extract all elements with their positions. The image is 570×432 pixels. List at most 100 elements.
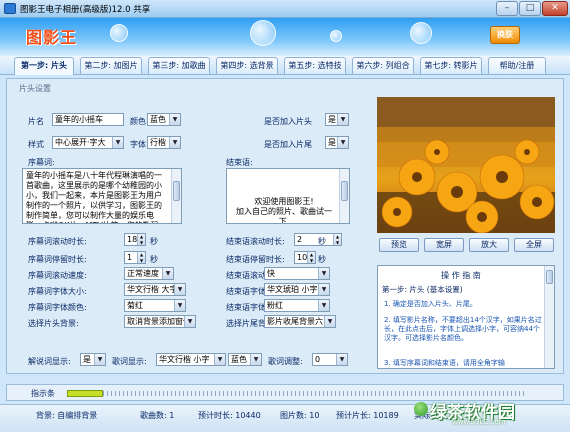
tab-step3[interactable]: 第三步: 加歌曲 [148, 57, 210, 74]
chevron-down-icon: ▼ [112, 137, 123, 148]
status-est-size: 预计片长: 10189 [336, 411, 399, 420]
guide-item: 3. 填写序幕词和结束语，请用全角字输 [384, 359, 505, 367]
status-song-count: 歌曲数: 1 [140, 411, 175, 420]
select-value: 快 [267, 269, 275, 278]
bubble-decoration [330, 30, 342, 42]
tab-step2[interactable]: 第二步: 加图片 [80, 57, 142, 74]
closing-speed-select[interactable]: 快 ▼ [264, 267, 330, 280]
scrollbar[interactable] [171, 169, 181, 223]
indicator-label: 指示条 [31, 389, 55, 398]
step-tabs: 第一步: 片头 第二步: 加图片 第三步: 加歌曲 第四步: 选背景 第五步: … [0, 56, 570, 75]
window-title: 图影王电子相册(高级版)12.0 共享 [20, 5, 151, 15]
head-background-select[interactable]: 取消背景添加窗体 ▼ [124, 315, 196, 328]
chevron-down-icon: ▼ [169, 137, 180, 148]
guide-item: 2. 填写影片名称，不要超出14个汉字，如果片名过长，在此点击后，字体上调选择小… [384, 316, 542, 342]
chevron-down-icon: ▼ [336, 354, 347, 365]
minimize-button[interactable]: – [496, 1, 518, 16]
preface-stay-label: 序幕词停留时长: [28, 255, 87, 264]
preview-button[interactable]: 预览 [379, 238, 419, 252]
song-color-select[interactable]: 蓝色 ▼ [228, 353, 262, 366]
maximize-button[interactable]: □ [519, 1, 541, 16]
closing-color-select[interactable]: 粉红 ▼ [264, 299, 330, 312]
chevron-down-icon: ▼ [318, 268, 329, 279]
spinner-arrows-icon: ▲ ▼ [333, 234, 341, 245]
guide-title: 操 作 指 南 [441, 271, 481, 280]
watermark-url: www.33LC.com [452, 418, 506, 426]
scrollbar[interactable] [339, 169, 349, 223]
song-adjust-label: 歌词调整: [268, 357, 303, 366]
chevron-down-icon: ▼ [162, 268, 173, 279]
color-select[interactable]: 蓝色 ▼ [147, 113, 181, 126]
closing-textarea[interactable]: 欢迎使用图影王! 加入自己的照片、歌曲试一下, 会有更好的表现! [226, 168, 350, 224]
tab-step1[interactable]: 第一步: 片头 [14, 57, 74, 75]
tab-step6[interactable]: 第六步: 列组合 [352, 57, 414, 74]
closing-label: 结束语: [226, 158, 253, 167]
closing-stay-label: 结束语停留时长: [226, 255, 285, 264]
close-button[interactable]: ✕ [542, 1, 568, 16]
tab-step4[interactable]: 第四步: 选背景 [216, 57, 278, 74]
widescreen-button[interactable]: 宽屏 [424, 238, 464, 252]
preface-color-label: 序幕词字体颜色: [28, 303, 87, 312]
font-select-value: 行楷 [150, 138, 166, 147]
scrollbar[interactable] [544, 266, 554, 368]
narration-show-label: 解说词显示: [28, 357, 71, 366]
chevron-down-icon: ▼ [174, 284, 185, 295]
title-bar: 图影王电子相册(高级版)12.0 共享 – □ ✕ [0, 0, 570, 18]
tab-step5[interactable]: 第五步: 选特技 [284, 57, 346, 74]
app-icon [4, 3, 16, 14]
preface-speed-select[interactable]: 正常速度 ▼ [124, 267, 174, 280]
tail-background-select[interactable]: 影片收尾背景六 ▼ [264, 315, 336, 328]
chevron-down-icon: ▼ [337, 114, 348, 125]
add-tail-label: 是否加入片尾 [264, 140, 312, 149]
style-select[interactable]: 中心展开·字大 ▼ [52, 136, 124, 149]
head-background-label: 选择片头背景: [28, 319, 79, 328]
bubble-decoration [410, 22, 432, 44]
preface-color-select[interactable]: 菊红 ▼ [124, 299, 186, 312]
song-font-select[interactable]: 华文行楷 小字 ▼ [156, 353, 226, 366]
preface-speed-label: 序幕词滚动速度: [28, 271, 87, 280]
unit-label: 秒 [150, 255, 158, 264]
narration-show-select[interactable]: 是 ▼ [80, 353, 106, 366]
add-head-select[interactable]: 是 ▼ [325, 113, 349, 126]
skin-button[interactable]: 换肤 [490, 26, 520, 44]
spinner-value: 18 [127, 235, 138, 244]
select-value: 粉红 [267, 301, 283, 310]
preface-textarea[interactable]: 童年的小摇车是八十年代程琳演唱的一首歌曲，这里展示的是哪个幼稚园的小小，我们一起… [22, 168, 182, 224]
timeline-progress [67, 390, 103, 397]
add-tail-select[interactable]: 是 ▼ [325, 136, 349, 149]
select-value: 菊红 [127, 301, 143, 310]
chevron-down-icon: ▼ [214, 354, 225, 365]
status-est-length: 预计时长: 10440 [198, 411, 261, 420]
closing-stay-spinner[interactable]: 10 ▲ ▼ [294, 251, 316, 264]
closing-text: 欢迎使用图影王! 加入自己的照片、歌曲试一下, 会有更好的表现! [236, 197, 332, 224]
tab-help[interactable]: 帮助/注册 [488, 57, 546, 74]
preface-text: 童年的小摇车是八十年代程琳演唱的一首歌曲，这里展示的是哪个幼稚园的小小，我们一起… [26, 171, 162, 223]
select-value: 影片收尾背景六 [267, 317, 323, 326]
tab-step7[interactable]: 第七步: 转影片 [420, 57, 482, 74]
timeline-ticks[interactable] [67, 391, 527, 396]
banner [0, 18, 570, 56]
leaf-icon [414, 402, 428, 416]
flower-photo [377, 97, 555, 233]
preface-fontsize-select[interactable]: 华文行楷 大字 ▼ [124, 283, 186, 296]
font-label: 字体 [130, 140, 146, 149]
add-tail-value: 是 [328, 138, 336, 147]
fullscreen-button[interactable]: 全屏 [514, 238, 554, 252]
preface-scroll-spinner[interactable]: 18 ▲ ▼ [124, 233, 146, 246]
guide-item: 1. 确定是否加入片头、片尾。 [384, 300, 477, 308]
preface-scroll-label: 序幕词滚动时长: [28, 237, 87, 246]
closing-fontsize-select[interactable]: 华文琥珀 小字 ▼ [264, 283, 330, 296]
section-legend: 片头设置 [16, 83, 54, 94]
chevron-down-icon: ▼ [169, 114, 180, 125]
spinner-value: 10 [297, 253, 308, 262]
font-select[interactable]: 行楷 ▼ [147, 136, 181, 149]
preface-stay-spinner[interactable]: 1 ▲ ▼ [124, 251, 146, 264]
song-adjust-select[interactable]: 0 ▼ [312, 353, 348, 366]
operation-guide: 操 作 指 南 第一步: 片头 (基本设置) 1. 确定是否加入片头、片尾。 2… [377, 265, 555, 369]
name-input[interactable]: 童年的小摇车 [52, 113, 124, 126]
unit-label: 秒 [318, 255, 326, 264]
spinner-arrows-icon: ▲ ▼ [137, 234, 145, 245]
add-head-value: 是 [328, 115, 336, 124]
bubble-decoration [250, 20, 276, 46]
zoom-button[interactable]: 放大 [469, 238, 509, 252]
